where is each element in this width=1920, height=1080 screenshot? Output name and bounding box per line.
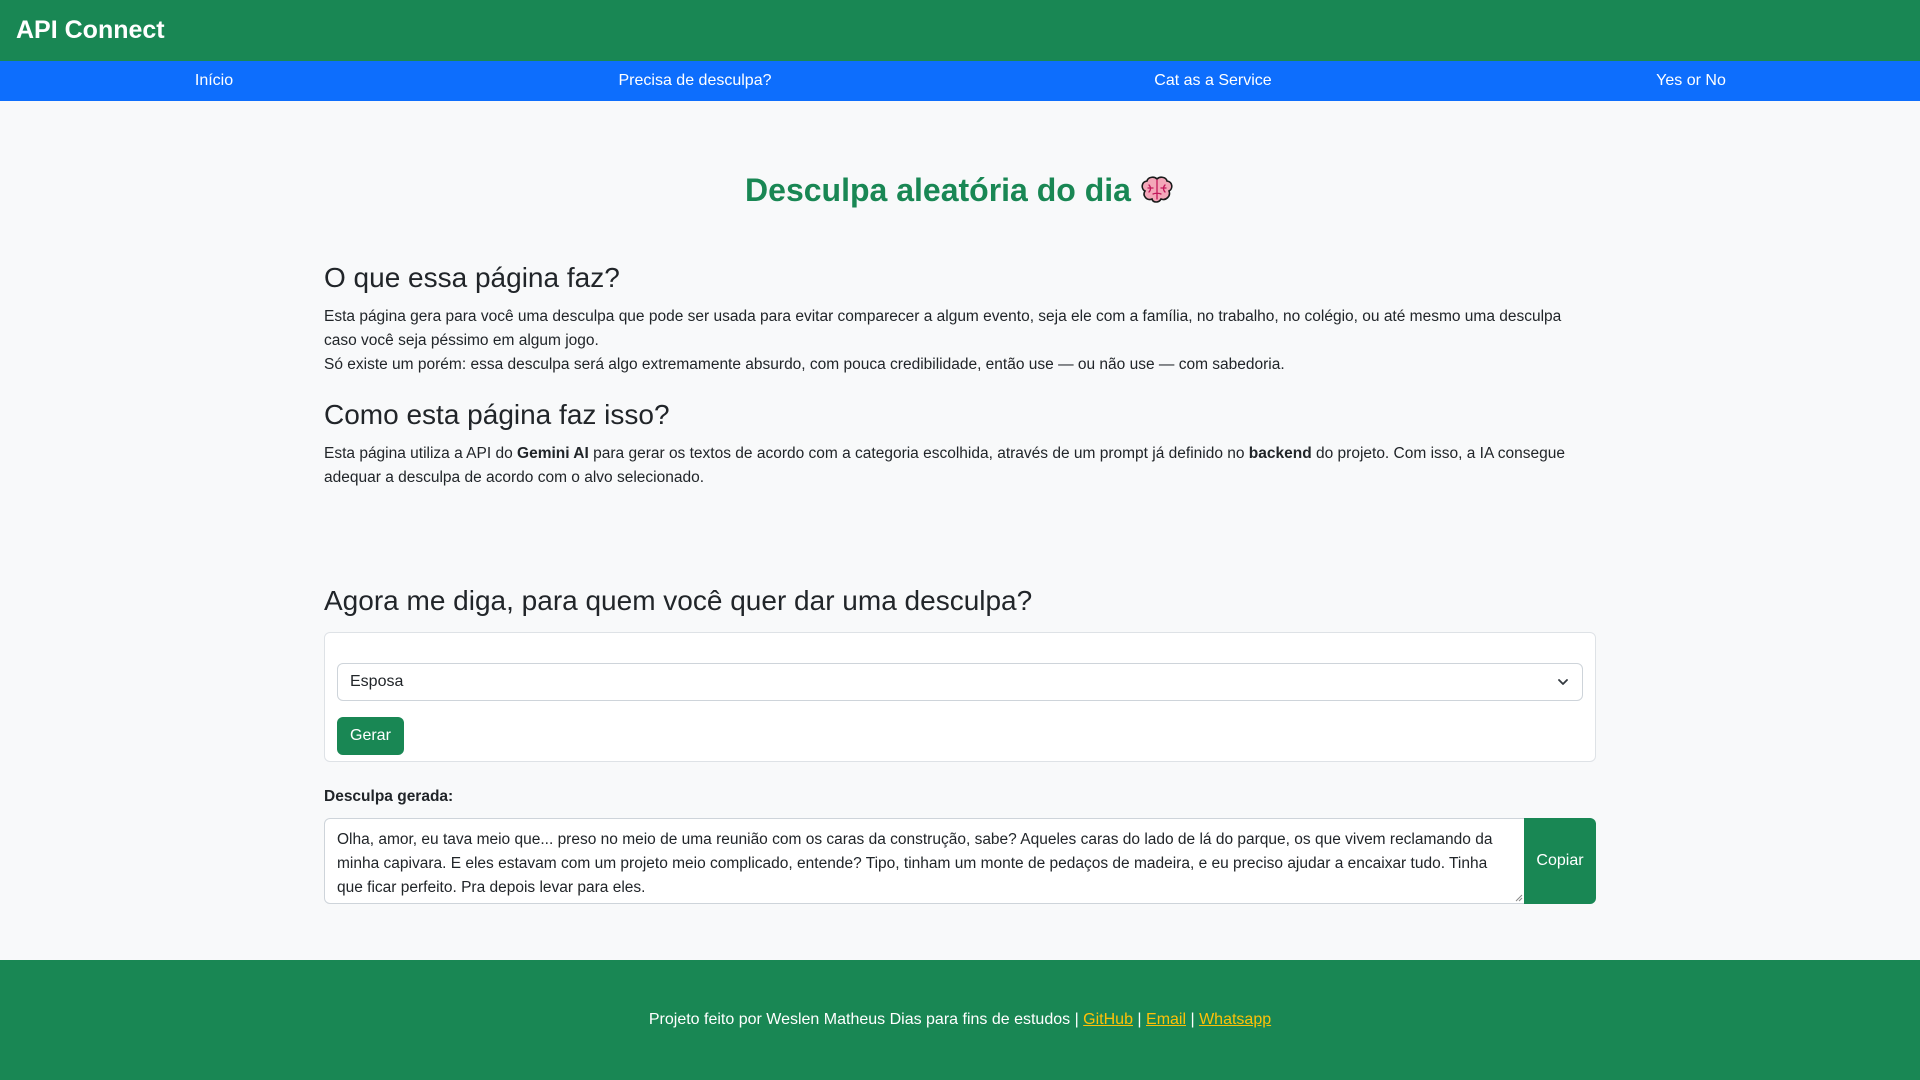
text-span: para gerar os textos de acordo com a cat…	[588, 444, 1249, 462]
nav-item-cat-as-a-service[interactable]: Cat as a Service	[1154, 61, 1271, 101]
footer-credit-text: Projeto feito por Weslen Matheus Dias pa…	[648, 1011, 1084, 1028]
section-what-paragraph-2: Só existe um porém: essa desculpa será a…	[324, 355, 1285, 373]
footer-separator: |	[1132, 1011, 1147, 1028]
section-how: Como esta página faz isso? Esta página u…	[324, 398, 1596, 490]
section-heading-how: Como esta página faz isso?	[324, 399, 670, 430]
target-select[interactable]: Esposa	[337, 663, 1583, 701]
page-title: Desculpa aleatória do dia	[0, 172, 1920, 209]
page-footer: Projeto feito por Weslen Matheus Dias pa…	[0, 960, 1920, 1080]
chevron-down-icon	[1558, 679, 1568, 685]
brain-icon	[1139, 175, 1175, 205]
section-heading-what: O que essa página faz?	[324, 262, 620, 293]
page-title-text: Desculpa aleatória do dia	[745, 172, 1131, 208]
question-heading: Agora me diga, para quem você quer dar u…	[324, 585, 1033, 616]
text-span: Esta página utiliza a API do	[324, 444, 518, 462]
brand-logo-text[interactable]: API Connect	[16, 16, 165, 45]
top-header: API Connect	[0, 0, 1920, 61]
footer-link-github[interactable]: GitHub	[1083, 1011, 1133, 1028]
bold-backend: backend	[1248, 444, 1312, 462]
footer-link-whatsapp[interactable]: Whatsapp	[1199, 1011, 1271, 1028]
section-how-paragraph: Esta página utiliza a API do Gemini AI p…	[324, 442, 1596, 490]
copy-button[interactable]: Copiar	[1524, 818, 1596, 904]
nav-item-desculpa[interactable]: Precisa de desculpa?	[619, 61, 772, 101]
generated-excuse-text: Olha, amor, eu tava meio que... preso no…	[337, 831, 1493, 896]
section-what-paragraph-1: Esta página gera para você uma desculpa …	[324, 307, 1562, 349]
generated-excuse-textarea[interactable]: Olha, amor, eu tava meio que... preso no…	[324, 818, 1525, 904]
bold-gemini: Gemini AI	[517, 444, 589, 462]
footer-link-email[interactable]: Email	[1146, 1011, 1186, 1028]
question-section: Agora me diga, para quem você quer dar u…	[324, 584, 1596, 618]
nav-item-yes-or-no[interactable]: Yes or No	[1656, 61, 1726, 101]
footer-separator: |	[1186, 1011, 1200, 1028]
main-nav: Início Precisa de desculpa? Cat as a Ser…	[0, 61, 1920, 101]
section-what: O que essa página faz? Esta página gera …	[324, 261, 1596, 377]
excuse-form-card: Esposa Gerar	[324, 632, 1596, 762]
target-select-value: Esposa	[350, 673, 404, 690]
nav-item-inicio[interactable]: Início	[195, 61, 233, 101]
resize-handle-icon[interactable]	[1515, 894, 1523, 902]
generated-excuse-label: Desculpa gerada:	[324, 788, 454, 805]
generate-button[interactable]: Gerar	[337, 717, 404, 755]
